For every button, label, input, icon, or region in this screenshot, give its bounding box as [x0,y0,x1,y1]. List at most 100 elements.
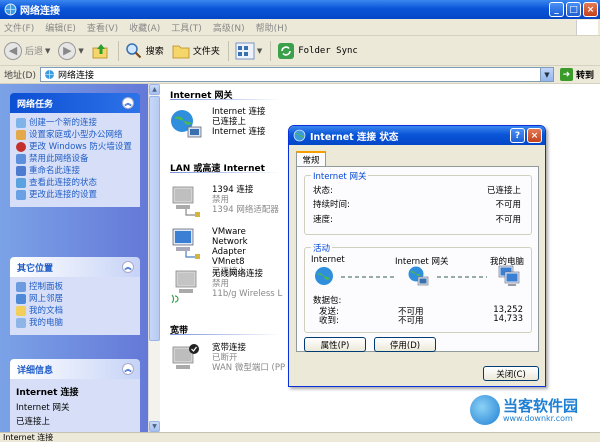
address-label: 地址(D) [4,71,36,81]
toolbar: ◀ 后退 ▼ ▶ ▼ 搜索 文件夹 ▼ Folder Sync [0,36,600,66]
place-network-neighborhood[interactable]: 网上邻居 [16,294,136,304]
close-button[interactable]: × [583,2,598,17]
task-view-status[interactable]: 查看此连接的状态 [16,178,136,188]
menu-favorites[interactable]: 收藏(A) [129,21,160,34]
task-rename[interactable]: 重命名此连接 [16,166,136,176]
menu-help[interactable]: 帮助(H) [256,21,288,34]
back-arrow-icon: ◀ [4,41,22,60]
collapse-chevron-icon[interactable]: ︽ [122,97,134,109]
address-input[interactable]: 网络连接 ▼ [39,67,554,82]
control-panel-icon [16,282,26,292]
search-icon [126,42,142,58]
group-divider [170,99,280,100]
broadband-connection[interactable]: 宽带连接 已断开 WAN 微型端口 (PP [170,343,285,377]
task-change-settings[interactable]: 更改此连接的设置 [16,190,136,200]
menu-view[interactable]: 查看(V) [87,21,118,34]
disable-button[interactable]: 停用(D) [374,337,436,352]
task-home-network[interactable]: 设置家庭或小型办公网络 [16,130,136,140]
network-connections-icon [4,3,17,16]
task-disable-device[interactable]: 禁用此网络设备 [16,154,136,164]
status-icon [16,178,26,188]
folder-icon [172,45,190,58]
collapse-chevron-icon[interactable]: ︽ [122,261,134,273]
up-folder-button[interactable] [92,42,110,60]
go-arrow-icon: ➜ [559,68,573,81]
lan-connection-wireless[interactable]: 无线网络连接 禁用 11b/g Wireless L [170,269,282,303]
scroll-down-icon[interactable]: ▼ [149,421,160,432]
back-button[interactable]: ◀ 后退 ▼ [4,41,51,60]
rename-icon [16,166,26,176]
menu-file[interactable]: 文件(F) [4,21,34,34]
my-documents-icon [16,306,26,316]
dialog-title: Internet 连接 状态 [310,131,399,143]
place-my-computer[interactable]: 我的电脑 [16,318,136,328]
network-adapter-connected-icon [172,228,200,259]
activity-link-dots [341,276,395,278]
internet-connection-item[interactable]: Internet 连接 已连接上 Internet 连接 [170,107,265,141]
menu-advanced[interactable]: 高级(N) [213,21,245,34]
windows-flag-logo [576,20,598,35]
speed-value: 不可用 [495,215,521,225]
activity-group: 活动 Internet Internet 网关 我的电脑 数据包: 发送: 收到… [304,242,532,333]
maximize-button[interactable]: □ [566,2,581,17]
place-my-documents[interactable]: 我的文档 [16,306,136,316]
menu-bar: 文件(F) 编辑(E) 查看(V) 收藏(A) 工具(T) 高级(N) 帮助(H… [0,19,600,36]
lan-connection-1394[interactable]: 1394 连接 禁用 1394 网络适配器 [170,185,279,219]
folder-sync-button[interactable]: Folder Sync [277,42,358,60]
toolbar-separator [117,40,119,61]
task-firewall[interactable]: 更改 Windows 防火墙设置 [16,142,136,152]
place-control-panel[interactable]: 控制面板 [16,282,136,292]
group-divider [170,172,280,173]
broadband-disconnected-icon [172,344,199,369]
properties-button[interactable]: 属性(P) [304,337,366,352]
status-bar: Internet 连接 [0,432,600,442]
toolbar-separator [227,40,229,61]
chevron-down-icon: ▼ [45,46,51,55]
tab-general-content: Internet 网关 状态: 已连接上 持续时间: 不可用 速度: 不可用 活… [296,166,539,352]
collapse-chevron-icon[interactable]: ︽ [122,363,134,375]
window-title: 网络连接 [20,6,60,17]
network-tasks-header[interactable]: 网络任务 ︽ [10,93,140,113]
views-button[interactable]: ▼ [235,42,262,60]
internet-globe-icon [315,267,333,285]
forward-arrow-icon: ▶ [58,41,77,60]
address-bar: 地址(D) 网络连接 ▼ ➜ 转到 [0,66,600,84]
scroll-up-icon[interactable]: ▲ [149,84,160,95]
menu-tools[interactable]: 工具(T) [171,21,202,34]
tab-general[interactable]: 常规 [296,151,326,167]
help-button[interactable]: ? [510,128,525,143]
details-header[interactable]: 详细信息 ︽ [10,359,140,379]
sync-icon [278,42,295,59]
recv-pc-value: 14,733 [493,314,523,324]
dialog-close-button[interactable]: × [527,128,542,143]
details-status: 已连接上 [16,417,51,427]
menu-edit[interactable]: 编辑(E) [45,21,76,34]
folders-button[interactable]: 文件夹 [172,42,220,60]
forward-button[interactable]: ▶ ▼ [58,41,84,60]
other-places-header[interactable]: 其它位置 ︽ [10,257,140,277]
activity-link-dots [437,276,487,278]
my-computer-icon [498,265,520,286]
toolbar-separator [270,40,272,61]
scroll-thumb[interactable] [149,96,160,341]
details-panel: 详细信息 ︽ Internet 连接 Internet 网关 已连接上 [10,359,140,432]
search-button[interactable]: 搜索 [125,42,164,60]
connection-group: Internet 网关 状态: 已连接上 持续时间: 不可用 速度: 不可用 [304,170,532,235]
task-pane-scrollbar[interactable]: ▲ ▼ [148,84,160,432]
task-create-connection[interactable]: 创建一个新的连接 [16,118,136,128]
network-tasks-panel: 网络任务 ︽ 创建一个新的连接 设置家庭或小型办公网络 更改 Windows 防… [10,93,140,207]
address-dropdown-icon[interactable]: ▼ [539,68,553,81]
dialog-title-bar: Internet 连接 状态 ? × [289,126,545,145]
task-pane: 网络任务 ︽ 创建一个新的连接 设置家庭或小型办公网络 更改 Windows 防… [0,84,160,432]
my-computer-icon [16,318,26,328]
close-dialog-button[interactable]: 关闭(C) [483,366,539,381]
address-value: 网络连接 [57,71,94,81]
disable-device-icon [16,154,26,164]
minimize-button[interactable]: _ [549,2,564,17]
duration-value: 不可用 [495,200,521,210]
internet-gateway-icon [171,110,202,138]
firewall-icon [16,142,26,152]
home-network-icon [16,130,26,140]
go-button[interactable]: ➜ 转到 [559,68,594,81]
network-adapter-disabled-icon [172,186,200,217]
